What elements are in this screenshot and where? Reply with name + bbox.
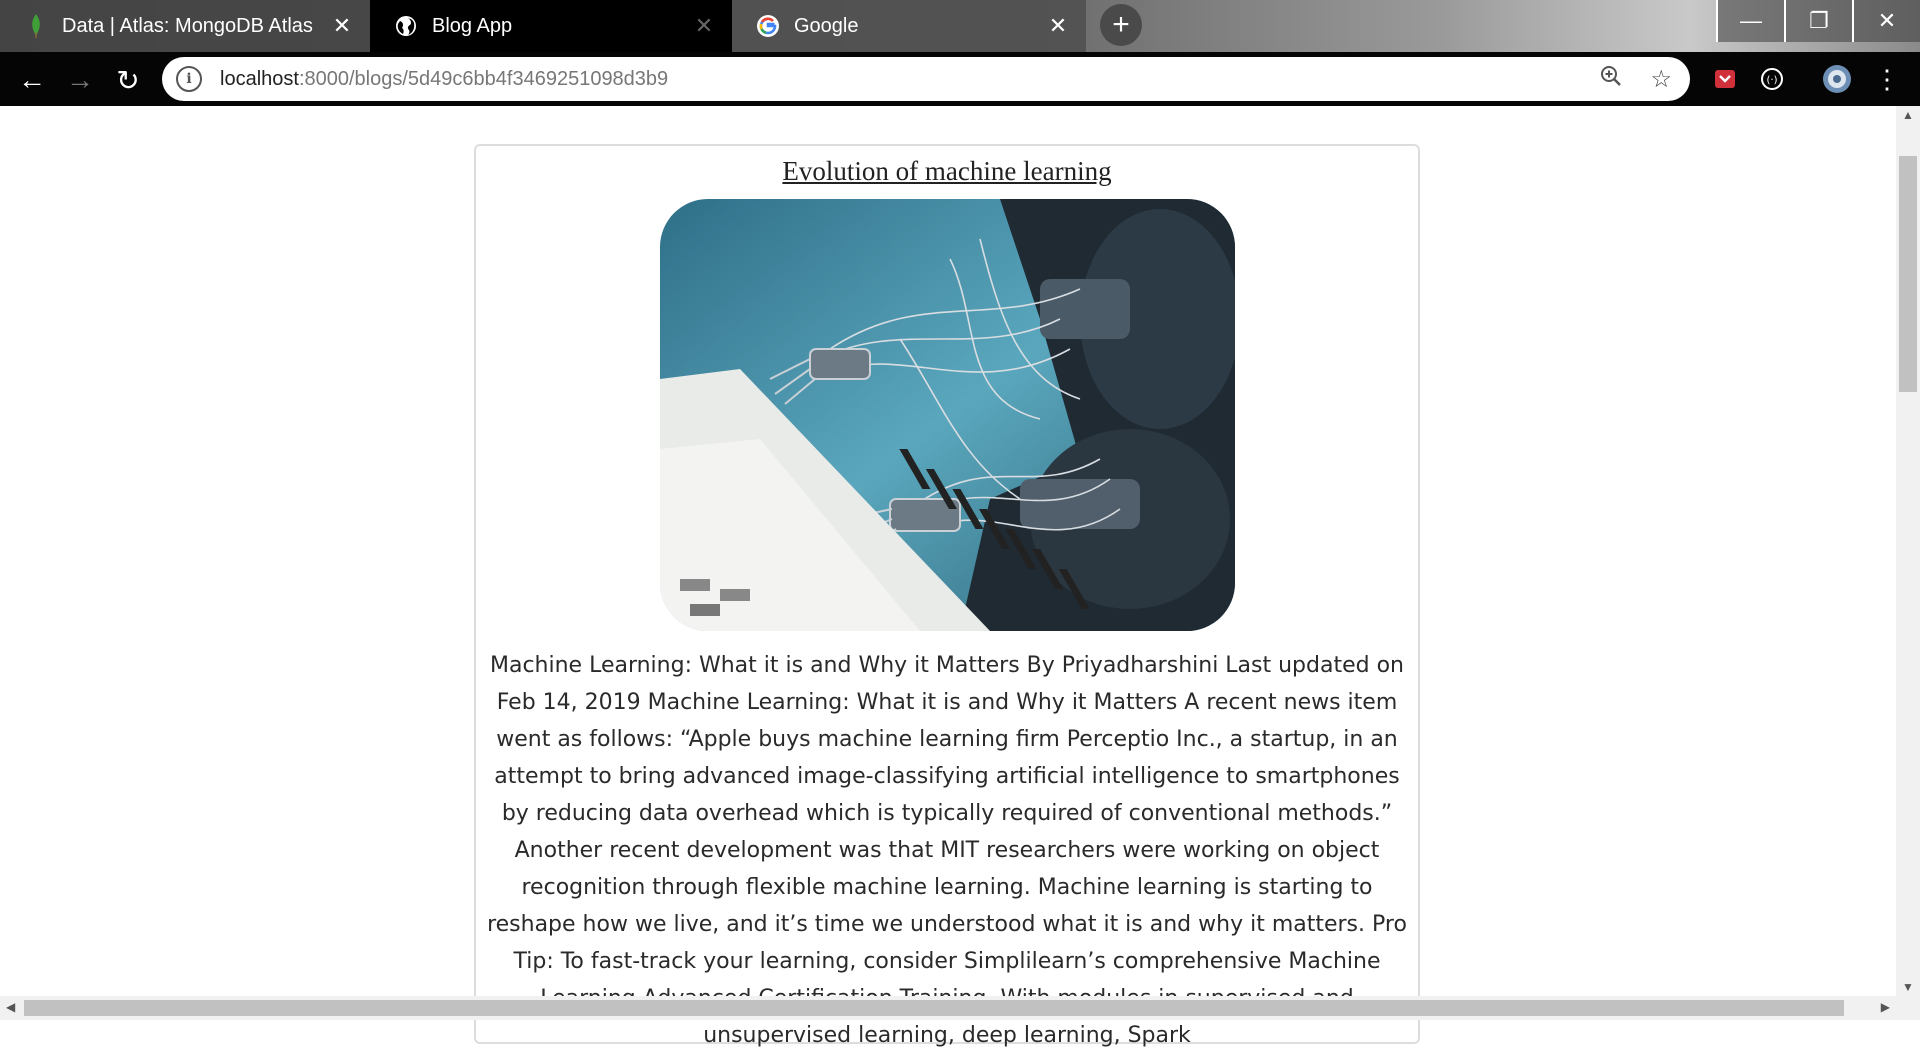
menu-icon[interactable]: ⋮ xyxy=(1870,62,1904,96)
scrollbar-thumb[interactable] xyxy=(1899,156,1917,392)
minimize-icon[interactable]: — xyxy=(1716,0,1784,42)
close-window-icon[interactable]: ✕ xyxy=(1852,0,1920,42)
post-title[interactable]: Evolution of machine learning xyxy=(476,156,1418,187)
tab-google[interactable]: Google ✕ xyxy=(732,0,1086,52)
tab-title: Google xyxy=(794,14,859,37)
omnibox-actions: ☆ xyxy=(1600,57,1672,101)
svg-text:(·): (·) xyxy=(1767,75,1778,86)
globe-icon xyxy=(394,14,418,38)
new-tab-button[interactable]: + xyxy=(1100,4,1142,46)
profile-avatar[interactable] xyxy=(1820,62,1854,96)
reload-icon[interactable]: ↻ xyxy=(108,60,148,100)
google-g-icon xyxy=(756,14,780,38)
post-body: Machine Learning: What it is and Why it … xyxy=(487,653,1407,1048)
back-icon[interactable]: ← xyxy=(12,60,52,100)
restore-icon[interactable]: ❐ xyxy=(1784,0,1852,42)
zoom-icon[interactable] xyxy=(1600,65,1622,94)
close-icon[interactable]: ✕ xyxy=(1044,12,1072,40)
post-image xyxy=(659,199,1235,631)
mongodb-leaf-icon xyxy=(24,14,48,38)
tab-title: Blog App xyxy=(432,14,513,37)
close-icon[interactable]: ✕ xyxy=(690,12,718,40)
address-bar[interactable]: i localhost:8000/blogs/5d49c6bb4f3469251… xyxy=(162,57,1690,101)
blog-post-card: Evolution of machine learning Machine Le… xyxy=(474,144,1420,1048)
site-info-icon[interactable]: i xyxy=(176,66,202,92)
vertical-scrollbar[interactable]: ▲ ▼ xyxy=(1896,106,1920,996)
scroll-left-icon[interactable]: ◀ xyxy=(6,1000,15,1014)
scroll-right-icon[interactable]: ▶ xyxy=(1881,1000,1890,1014)
forward-icon[interactable]: → xyxy=(60,60,100,100)
url-host: localhost xyxy=(220,67,299,90)
bookmark-star-icon[interactable]: ☆ xyxy=(1650,65,1672,94)
pocket-extension-icon[interactable] xyxy=(1708,62,1742,96)
scrollbar-thumb[interactable] xyxy=(24,1000,1844,1016)
browser-titlebar: Data | Atlas: MongoDB Atlas ✕ Blog App ✕… xyxy=(0,0,1920,52)
close-icon[interactable]: ✕ xyxy=(328,12,356,40)
address-url[interactable]: localhost:8000/blogs/5d49c6bb4f346925109… xyxy=(220,68,668,91)
extension-icon[interactable]: (·) xyxy=(1755,62,1789,96)
window-controls: — ❐ ✕ xyxy=(1716,0,1920,42)
scroll-down-icon[interactable]: ▼ xyxy=(1902,980,1914,994)
browser-toolbar: ← → ↻ i localhost:8000/blogs/5d49c6bb4f3… xyxy=(0,52,1920,106)
tab-title: Data | Atlas: MongoDB Atlas xyxy=(62,14,313,37)
horizontal-scrollbar[interactable]: ◀ ▶ xyxy=(0,996,1920,1020)
tab-blog-app[interactable]: Blog App ✕ xyxy=(370,0,732,52)
scroll-up-icon[interactable]: ▲ xyxy=(1902,108,1914,122)
tab-mongodb-atlas[interactable]: Data | Atlas: MongoDB Atlas ✕ xyxy=(0,0,370,52)
url-path: :8000/blogs/5d49c6bb4f3469251098d3b9 xyxy=(298,67,669,90)
